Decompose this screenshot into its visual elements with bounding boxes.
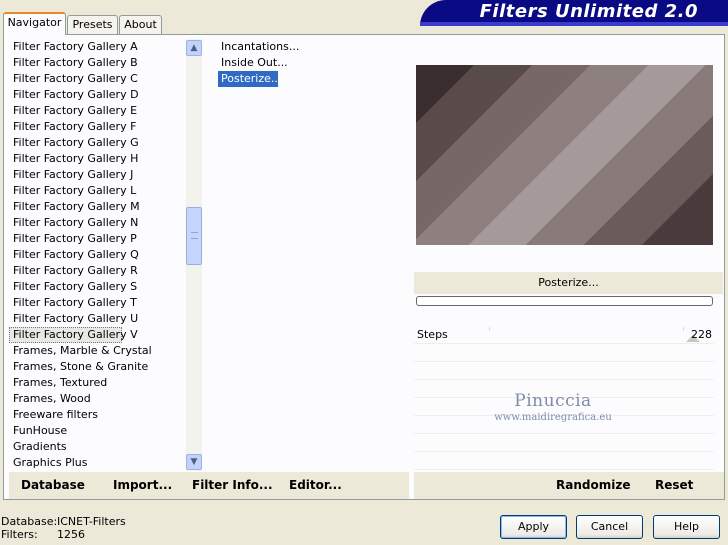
database-button[interactable]: Database xyxy=(21,478,85,492)
category-item[interactable]: FunHouse xyxy=(9,423,185,439)
watermark: Pinuccia www.maidiregrafica.eu xyxy=(488,390,618,424)
category-item[interactable]: Filter Factory Gallery G xyxy=(9,135,185,151)
category-item[interactable]: Frames, Stone & Granite xyxy=(9,359,185,375)
empty-control-row xyxy=(414,344,714,362)
category-item[interactable]: Filter Factory Gallery J xyxy=(9,167,185,183)
reset-button[interactable]: Reset xyxy=(655,478,693,492)
category-item[interactable]: Filter Factory Gallery M xyxy=(9,199,185,215)
category-item[interactable]: Filter Factory Gallery Q xyxy=(9,247,185,263)
category-item[interactable]: Filter Factory Gallery D xyxy=(9,87,185,103)
scroll-up-button[interactable]: ▲ xyxy=(186,40,202,56)
filter-item[interactable]: Posterize... xyxy=(218,71,281,87)
preview-image xyxy=(416,65,713,245)
filter-list[interactable]: Incantations... Inside Out... Posterize... xyxy=(210,39,408,469)
watermark-url: www.maidiregrafica.eu xyxy=(494,412,612,423)
category-item[interactable]: Filter Factory Gallery V xyxy=(9,327,138,343)
category-item[interactable]: Filter Factory Gallery B xyxy=(9,55,185,71)
category-item[interactable]: Filter Factory Gallery F xyxy=(9,119,185,135)
category-scrollbar[interactable]: ▲ ▼ xyxy=(186,39,202,471)
watermark-name: Pinuccia xyxy=(514,391,592,411)
category-item[interactable]: Filter Factory Gallery R xyxy=(9,263,185,279)
category-item[interactable]: Filter Factory Gallery L xyxy=(9,183,185,199)
control-row[interactable]: Steps 228 xyxy=(414,326,714,344)
posterize-preview xyxy=(416,65,713,245)
category-item[interactable]: Filter Factory Gallery H xyxy=(9,151,185,167)
category-item[interactable]: Filter Factory Gallery N xyxy=(9,215,185,231)
scroll-down-button[interactable]: ▼ xyxy=(186,454,202,470)
empty-control-row xyxy=(414,434,714,452)
empty-control-row xyxy=(414,452,714,470)
category-item[interactable]: Filter Factory Gallery A xyxy=(9,39,185,55)
control-value: 228 xyxy=(691,328,712,341)
category-item[interactable]: Frames, Marble & Crystal xyxy=(9,343,185,359)
apply-button[interactable]: Apply xyxy=(500,515,567,539)
filter-name-label: Posterize... xyxy=(414,272,723,294)
database-label: Database: xyxy=(1,515,58,528)
randomize-button[interactable]: Randomize xyxy=(556,478,630,492)
category-item[interactable]: Frames, Textured xyxy=(9,375,185,391)
filter-info-button[interactable]: Filter Info... xyxy=(192,478,273,492)
cancel-button[interactable]: Cancel xyxy=(576,515,643,539)
category-list[interactable]: Filter Factory Gallery A Filter Factory G… xyxy=(9,39,185,471)
category-item[interactable]: Graphics Plus xyxy=(9,455,185,471)
category-item[interactable]: Freeware filters xyxy=(9,407,185,423)
grip-icon xyxy=(191,232,198,239)
filters-count: 1256 xyxy=(57,528,85,541)
filter-item[interactable]: Incantations... xyxy=(210,39,408,55)
filter-item[interactable]: Inside Out... xyxy=(210,55,408,71)
category-item[interactable]: Filter Factory Gallery T xyxy=(9,295,185,311)
app-title: Filters Unlimited 2.0 xyxy=(479,1,698,22)
empty-control-row xyxy=(414,362,714,380)
help-button[interactable]: Help xyxy=(653,515,720,539)
category-item[interactable]: Filter Factory Gallery S xyxy=(9,279,185,295)
filters-label: Filters: xyxy=(1,528,38,541)
control-label: Steps xyxy=(417,328,448,341)
tab-about[interactable]: About xyxy=(119,15,162,34)
category-item[interactable]: Filter Factory Gallery E xyxy=(9,103,185,119)
category-item[interactable]: Gradients xyxy=(9,439,185,455)
chevron-down-icon: ▼ xyxy=(190,457,198,467)
chevron-up-icon: ▲ xyxy=(190,43,198,53)
database-value: ICNET-Filters xyxy=(57,515,126,528)
scroll-thumb[interactable] xyxy=(186,207,202,265)
editor-button[interactable]: Editor... xyxy=(289,478,342,492)
category-item[interactable]: Frames, Wood xyxy=(9,391,185,407)
tab-presets[interactable]: Presets xyxy=(67,15,118,34)
title-banner: Filters Unlimited 2.0 xyxy=(420,0,728,26)
category-item[interactable]: Filter Factory Gallery U xyxy=(9,311,185,327)
import-button[interactable]: Import... xyxy=(113,478,172,492)
slider-track[interactable] xyxy=(489,327,684,331)
category-item[interactable]: Filter Factory Gallery P xyxy=(9,231,185,247)
category-item[interactable]: Filter Factory Gallery C xyxy=(9,71,185,87)
tab-navigator[interactable]: Navigator xyxy=(3,12,66,35)
progress-bar xyxy=(416,296,713,306)
